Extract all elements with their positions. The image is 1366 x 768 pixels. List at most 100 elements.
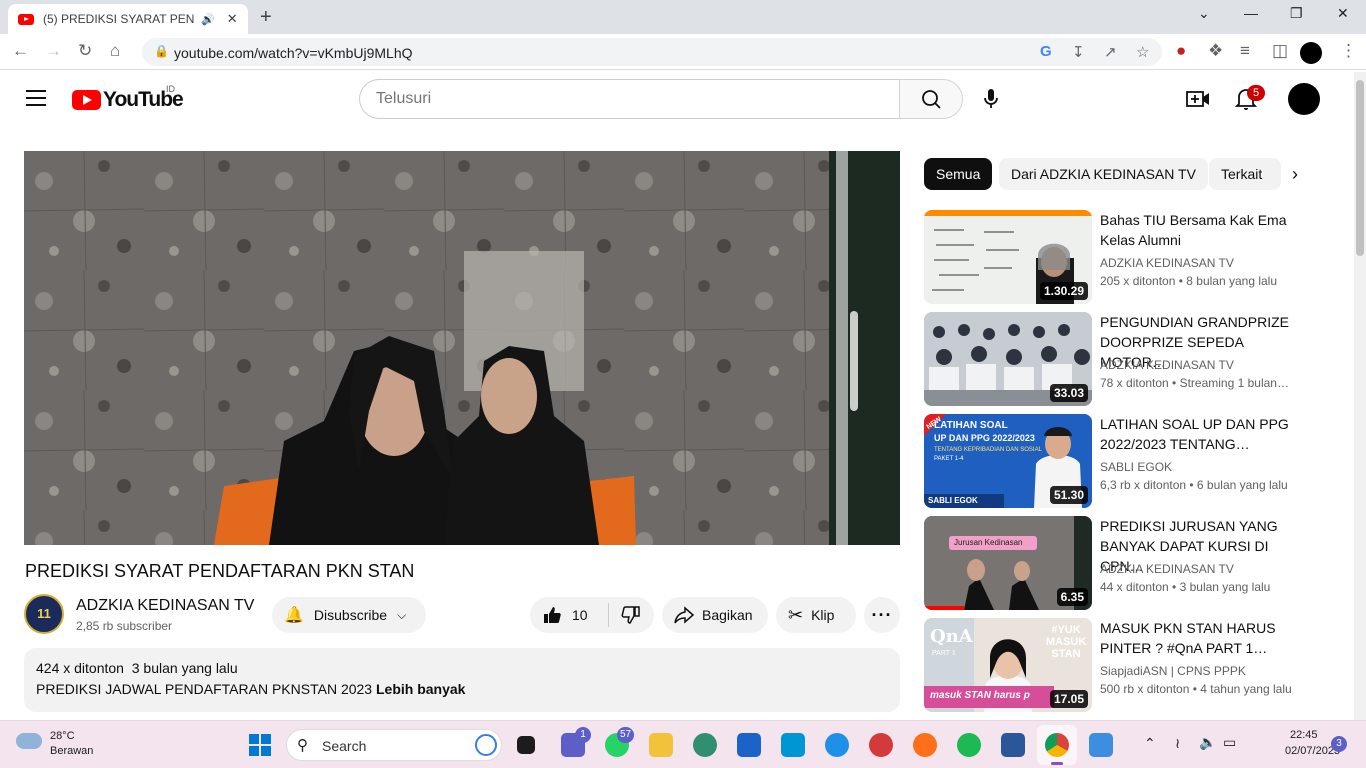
clock-time[interactable]: 22:45: [1290, 729, 1318, 741]
firefox-icon[interactable]: [913, 733, 937, 757]
channel-name[interactable]: ADZKIA KEDINASAN TV: [76, 597, 254, 615]
battery-icon[interactable]: ▭: [1223, 734, 1236, 751]
chip-related[interactable]: Terkait: [1209, 158, 1281, 190]
youtube-logo[interactable]: YouTube ID: [72, 84, 184, 112]
back-icon[interactable]: ←: [12, 41, 29, 61]
edge-icon[interactable]: [693, 733, 717, 757]
like-button[interactable]: 10: [542, 605, 588, 625]
search-input[interactable]: [360, 80, 900, 118]
page-scrollbar[interactable]: [1354, 72, 1366, 720]
video-thumbnail[interactable]: 33.03: [924, 312, 1092, 406]
volume-icon[interactable]: 🔈: [1199, 734, 1216, 751]
tab-search-icon[interactable]: ⌄: [1198, 5, 1210, 22]
audio-playing-icon[interactable]: 🔊: [201, 13, 215, 26]
clip-button[interactable]: ✂ Klip: [776, 597, 856, 633]
search-button[interactable]: [899, 79, 963, 119]
search-icon: ⚲: [297, 737, 308, 754]
get-help-icon[interactable]: [825, 733, 849, 757]
chrome-menu-icon[interactable]: ⋮: [1340, 41, 1357, 61]
file-explorer-icon[interactable]: [649, 733, 673, 757]
channel-avatar[interactable]: 11: [24, 594, 64, 634]
video-thumbnail[interactable]: QnA PART 1 #YUK MASUK STAN masuk STAN ha…: [924, 618, 1092, 712]
description-box[interactable]: 424 x ditonton 3 bulan yang lalu PREDIKS…: [24, 648, 900, 712]
video-thumbnail[interactable]: NEW LATIHAN SOAL UP DAN PPG 2022/2023 TE…: [924, 414, 1092, 508]
recommendation-item[interactable]: NEW LATIHAN SOAL UP DAN PPG 2022/2023 TE…: [924, 414, 1344, 508]
myhp-icon[interactable]: [781, 733, 805, 757]
recommendation-item[interactable]: 33.03 PENGUNDIAN GRANDPRIZE DOORPRIZE SEP…: [924, 312, 1344, 406]
search-box[interactable]: [359, 79, 900, 119]
guide-menu-icon[interactable]: [26, 90, 46, 106]
thumbs-up-icon: [544, 607, 561, 623]
reload-icon[interactable]: ↻: [78, 41, 92, 61]
microsoft-store-icon[interactable]: [737, 733, 761, 757]
voice-search-icon[interactable]: [978, 86, 1004, 112]
recommendation-channel[interactable]: ADZKIA KEDINASAN TV: [1100, 358, 1234, 372]
photos-icon[interactable]: [1089, 733, 1113, 757]
recommendation-item[interactable]: 1.30.29 Bahas TIU Bersama Kak Ema Kelas A…: [924, 210, 1344, 304]
account-avatar[interactable]: [1288, 83, 1320, 115]
install-icon[interactable]: ↧: [1072, 43, 1085, 61]
recommendation-item[interactable]: Jurusan Kedinasan 6.35 PREDIKSI JURUSAN …: [924, 516, 1344, 610]
extension-red-icon[interactable]: ●: [1176, 41, 1186, 61]
taskbar-search[interactable]: ⚲ Search: [286, 729, 502, 761]
app-red-icon[interactable]: [869, 733, 893, 757]
task-view-icon[interactable]: [517, 736, 535, 754]
profile-avatar[interactable]: [1300, 42, 1322, 64]
create-video-icon[interactable]: [1186, 88, 1210, 110]
recommendation-channel[interactable]: ADZKIA KEDINASAN TV: [1100, 562, 1234, 576]
tab-close-icon[interactable]: ✕: [227, 11, 238, 27]
subscribed-button[interactable]: 🔔 Disubscribe ⌵: [272, 597, 426, 633]
recommendation-item[interactable]: QnA PART 1 #YUK MASUK STAN masuk STAN ha…: [924, 618, 1344, 712]
home-icon[interactable]: ⌂: [110, 41, 120, 61]
duration-badge: 6.35: [1056, 588, 1088, 606]
notification-center-badge[interactable]: 3: [1331, 736, 1347, 752]
word-icon[interactable]: [1001, 733, 1025, 757]
google-lens-icon[interactable]: G: [1040, 43, 1052, 60]
description-text: PREDIKSI JADWAL PENDAFTARAN PKNSTAN 2023: [36, 681, 373, 697]
weather-condition: Berawan: [50, 745, 94, 757]
restore-icon[interactable]: ❐: [1290, 5, 1303, 22]
recommendation-channel[interactable]: SiapjadiASN | CPNS PPPK: [1100, 664, 1246, 678]
media-control-icon[interactable]: ≡: [1240, 41, 1250, 61]
thumb-line-4: PAKET 1-4: [934, 456, 964, 462]
thumb-brand: SABLI EGOK: [928, 496, 978, 505]
taskbar-search-label: Search: [322, 738, 367, 754]
spotify-icon[interactable]: [957, 733, 981, 757]
upload-date: 3 bulan yang lalu: [131, 660, 238, 676]
like-divider: [607, 603, 609, 627]
recommendation-channel[interactable]: ADZKIA KEDINASAN TV: [1100, 256, 1234, 270]
dislike-button[interactable]: [621, 605, 641, 625]
hidden-icons-chevron-icon[interactable]: ⌃: [1144, 735, 1156, 752]
video-thumbnail[interactable]: Jurusan Kedinasan 6.35: [924, 516, 1092, 610]
bookmark-star-icon[interactable]: ☆: [1136, 43, 1149, 61]
video-thumbnail[interactable]: 1.30.29: [924, 210, 1092, 304]
chevron-right-icon[interactable]: ›: [1292, 164, 1298, 185]
tab-title: (5) PREDIKSI SYARAT PENDAFTARAN PKN STAN: [43, 12, 195, 26]
chip-all[interactable]: Semua: [924, 158, 993, 190]
url-text[interactable]: youtube.com/watch?v=vKmbUj9MLhQ: [174, 45, 413, 61]
address-bar[interactable]: 🔒 youtube.com/watch?v=vKmbUj9MLhQ G ↧ ↗ …: [142, 38, 1162, 66]
extensions-puzzle-icon[interactable]: ❖: [1208, 41, 1223, 61]
duration-badge: 17.05: [1049, 690, 1088, 708]
chip-from-channel[interactable]: Dari ADZKIA KEDINASAN TV: [999, 158, 1208, 190]
show-more-link[interactable]: Lebih banyak: [376, 681, 465, 697]
side-panel-icon[interactable]: ◫: [1272, 41, 1288, 61]
video-player[interactable]: [24, 151, 900, 545]
minimize-icon[interactable]: —: [1244, 5, 1258, 21]
chrome-icon[interactable]: [1045, 733, 1069, 757]
window-close-icon[interactable]: ✕: [1337, 5, 1349, 22]
browser-toolbar: ← → ↻ ⌂ 🔒 youtube.com/watch?v=vKmbUj9MLh…: [0, 34, 1366, 70]
browser-tab[interactable]: (5) PREDIKSI SYARAT PENDAFTARAN PKN STAN…: [8, 4, 248, 34]
new-tab-icon[interactable]: +: [260, 6, 272, 29]
scrollbar-thumb[interactable]: [1356, 80, 1364, 256]
forward-icon[interactable]: →: [45, 41, 62, 61]
more-actions-button[interactable]: ···: [864, 597, 900, 633]
whatsapp-badge: 57: [617, 727, 635, 743]
lock-icon[interactable]: 🔒: [154, 44, 169, 58]
wifi-icon[interactable]: ≀: [1175, 735, 1180, 752]
windows-start-icon[interactable]: [249, 734, 271, 756]
recommendation-channel[interactable]: SABLI EGOK: [1100, 460, 1172, 474]
recommendation-meta: 205 x ditonton • 8 bulan yang lalu: [1100, 274, 1277, 288]
share-icon[interactable]: ↗: [1104, 43, 1117, 61]
share-button[interactable]: Bagikan: [662, 597, 768, 633]
